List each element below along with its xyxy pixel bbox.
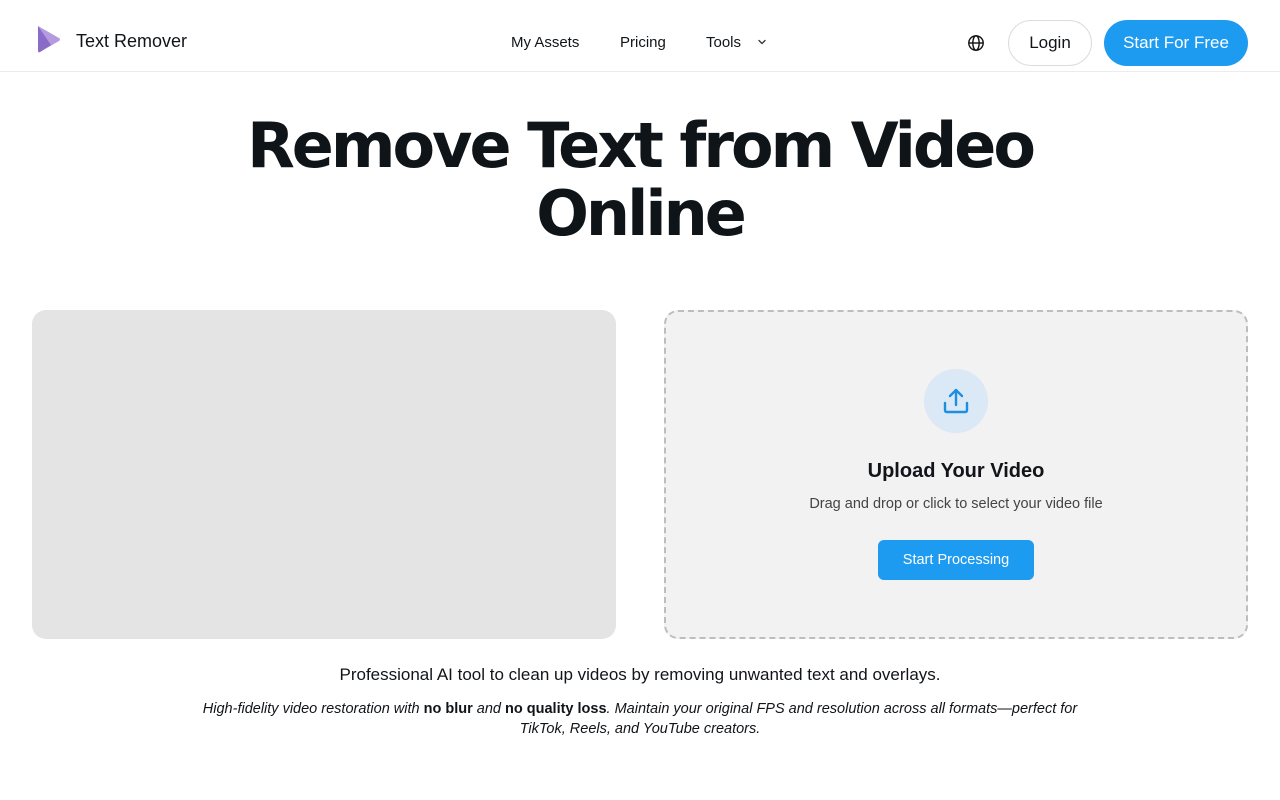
feature-text-2: and [472, 701, 506, 717]
nav-my-assets[interactable]: My Assets [511, 34, 579, 51]
video-preview-placeholder [32, 310, 616, 639]
start-processing-button[interactable]: Start Processing [878, 540, 1034, 580]
login-button[interactable]: Login [1008, 20, 1092, 66]
page-title: Remove Text from Video Online [247, 109, 1036, 250]
upload-title: Upload Your Video [867, 460, 1045, 482]
feature-description: High-fidelity video restoration with no … [200, 699, 1080, 739]
upload-icon [943, 388, 969, 414]
top-header: Text Remover My Assets Pricing Tools Log… [0, 0, 1280, 72]
nav-tools[interactable]: Tools [706, 34, 741, 51]
globe-icon[interactable] [966, 33, 986, 53]
nav-pricing[interactable]: Pricing [620, 34, 666, 51]
upload-icon-badge [924, 369, 988, 433]
feature-highlight-no-blur: no blur [423, 701, 473, 717]
upload-subtitle: Drag and drop or click to select your vi… [809, 496, 1103, 512]
feature-highlight-no-quality-loss: no quality loss [505, 701, 607, 717]
feature-text-1: High-fidelity video restoration with [202, 701, 424, 717]
start-for-free-button[interactable]: Start For Free [1104, 20, 1248, 66]
upload-dropzone[interactable]: Upload Your Video Drag and drop or click… [664, 310, 1248, 639]
chevron-down-icon[interactable] [757, 37, 767, 47]
tagline: Professional AI tool to clean up videos … [339, 665, 941, 684]
